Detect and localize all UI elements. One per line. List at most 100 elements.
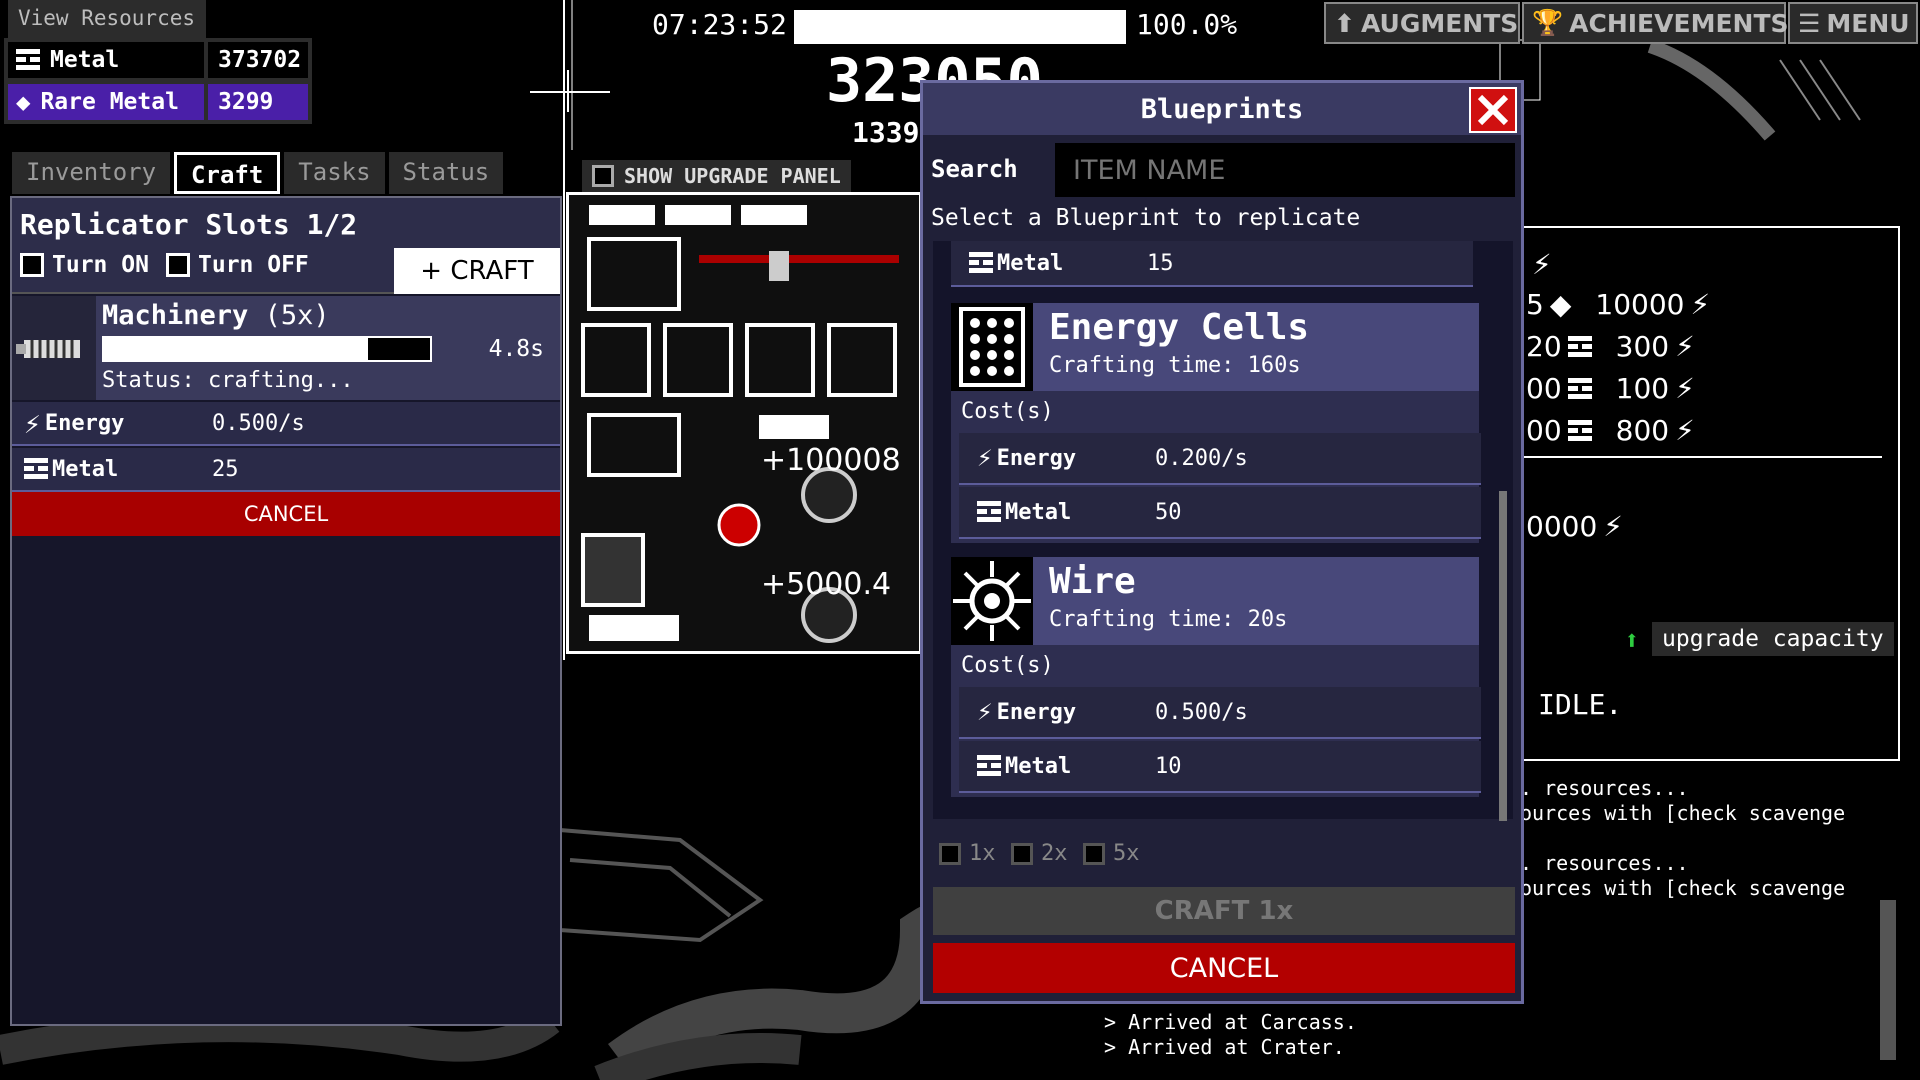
blueprint-name: Wire: [1049, 561, 1136, 602]
trophy-icon: 🏆: [1532, 8, 1564, 37]
blueprint-energy-cells[interactable]: Energy Cells Crafting time: 160s Cost(s)…: [951, 303, 1481, 543]
search-input[interactable]: [1055, 143, 1515, 197]
multiplier-2x-checkbox[interactable]: [1011, 842, 1033, 865]
multiplier-5x-checkbox[interactable]: [1083, 842, 1105, 865]
cost-name: Energy: [44, 410, 125, 436]
select-instruction: Select a Blueprint to replicate: [931, 205, 1361, 231]
cost-value: 25: [212, 456, 239, 482]
main-tabs: Inventory Craft Tasks Status: [12, 152, 504, 194]
idle-status: IDLE.: [1538, 688, 1623, 721]
cancel-blueprint-button[interactable]: CANCEL: [933, 943, 1515, 993]
costs-label: Cost(s): [961, 399, 1054, 424]
lightning-icon: ⚡: [1675, 414, 1695, 447]
lightning-icon: ⚡: [977, 443, 993, 473]
right-row-5: 0000 ⚡: [1526, 510, 1623, 543]
menu-label: MENU: [1826, 8, 1910, 38]
multiplier-1x-checkbox[interactable]: [939, 842, 961, 865]
top-progress-fill: [794, 10, 1126, 44]
costs-label: Cost(s): [961, 653, 1054, 678]
right-row-3-b: 100: [1615, 372, 1670, 405]
right-row-2-b: 300: [1615, 330, 1670, 363]
top-percent: 100.0%: [1136, 8, 1238, 41]
craft-panel: Replicator Slots 1/2 Turn ON Turn OFF + …: [10, 196, 562, 1026]
multiplier-1x[interactable]: 1x: [939, 841, 996, 866]
craft-blueprint-button[interactable]: CRAFT 1x: [933, 887, 1515, 935]
lightning-icon: ⚡: [1690, 288, 1711, 321]
right-row-3-a: 00: [1526, 372, 1562, 405]
multiplier-label: 1x: [969, 841, 996, 866]
resource-metal-label: Metal: [50, 47, 120, 73]
tab-inventory[interactable]: Inventory: [12, 152, 171, 194]
right-row-2-a: 20: [1526, 330, 1562, 363]
top-progress-bar: [794, 10, 1126, 44]
resource-rare-metal-value: 3299: [204, 84, 308, 120]
metal-icon: [1567, 377, 1592, 400]
show-upgrade-panel-toggle[interactable]: SHOW UPGRADE PANEL: [582, 160, 851, 192]
view-resources-button[interactable]: View Resources: [8, 0, 206, 38]
search-label: Search: [931, 155, 1018, 183]
show-upgrade-label: SHOW UPGRADE PANEL: [624, 164, 841, 188]
blueprint-header: Wire Crafting time: 20s: [1033, 557, 1479, 645]
turn-on-toggle[interactable]: Turn ON: [20, 252, 149, 278]
cost-name: Metal: [1005, 753, 1072, 779]
craft-button[interactable]: + CRAFT: [394, 248, 560, 294]
blueprint-list[interactable]: Metal 15 Energy Cells Crafting time: 160…: [933, 241, 1513, 819]
right-divider: [1522, 456, 1882, 458]
lightning-icon: ⚡: [24, 406, 41, 440]
turn-on-checkbox[interactable]: [20, 253, 44, 277]
job-title: Machinery (5x): [102, 300, 330, 331]
turn-on-label: Turn ON: [52, 252, 149, 278]
metal-icon: [1567, 419, 1592, 442]
cost-name: Metal: [52, 456, 119, 482]
augments-button[interactable]: ⬆ AUGMENTS: [1324, 2, 1520, 44]
blueprint-scrollbar[interactable]: [1499, 491, 1507, 821]
float-gain-2: +5000.4: [761, 567, 892, 602]
log-line: ources with [check scavenge: [1520, 876, 1846, 900]
lightning-icon: ⚡: [977, 697, 993, 727]
blueprints-modal: Blueprints Search Select a Blueprint to …: [920, 80, 1524, 1004]
multiplier-label: 5x: [1113, 841, 1140, 866]
blueprint-time: Crafting time: 160s: [1049, 353, 1301, 378]
log-line: . resources...: [1520, 851, 1689, 875]
resource-metal-value: 373702: [204, 42, 308, 78]
close-button[interactable]: [1469, 87, 1517, 133]
tab-status[interactable]: Status: [388, 152, 504, 194]
blueprint-wire[interactable]: Wire Crafting time: 20s Cost(s) ⚡ Energy …: [951, 557, 1481, 797]
menu-button[interactable]: ☰ MENU: [1788, 2, 1918, 44]
right-row-1-b: 10000: [1595, 288, 1685, 321]
cancel-craft-button[interactable]: CANCEL: [12, 492, 560, 536]
lightning-icon: ⚡: [1675, 372, 1695, 405]
tab-tasks[interactable]: Tasks: [284, 152, 385, 194]
achievements-button[interactable]: 🏆 ACHIEVEMENTS: [1522, 2, 1789, 44]
turn-off-label: Turn OFF: [198, 252, 309, 278]
blueprint-cost-row: ⚡ Energy 0.500/s: [959, 687, 1481, 739]
tab-craft[interactable]: Craft: [174, 152, 281, 194]
achievements-label: ACHIEVEMENTS: [1569, 8, 1789, 38]
resource-rare-metal: ◆ Rare Metal 3299: [4, 80, 312, 124]
blueprint-cost-row: Metal 50: [959, 487, 1481, 539]
right-row-1-a: 5: [1526, 288, 1544, 321]
energy-rate: 1339: [852, 116, 920, 149]
float-gain-1: +100008: [761, 443, 901, 478]
job-progress-fill: [104, 338, 369, 360]
metal-icon: [16, 49, 40, 71]
job-cost-metal: Metal 25: [12, 448, 560, 492]
blueprint-cost-row: Metal 10: [959, 741, 1481, 793]
job-qty: (5x): [264, 300, 330, 331]
turn-off-checkbox[interactable]: [166, 253, 190, 277]
right-info-panel: ⚡ 5 ◆ 10000 ⚡ 20 300 ⚡ 00 100 ⚡ 00 800 ⚡ 0000 ⚡: [1520, 226, 1900, 761]
blueprint-cost-row: ⚡ Energy 0.200/s: [959, 433, 1481, 485]
machine-view: +100008 +5000.4: [566, 192, 922, 654]
metal-icon: [969, 252, 993, 274]
cost-value: 15: [1147, 250, 1174, 276]
diamond-icon: ◆: [1549, 288, 1572, 321]
multiplier-label: 2x: [1041, 841, 1068, 866]
close-icon: [1477, 94, 1509, 126]
upgrade-capacity-button[interactable]: upgrade capacity: [1652, 622, 1894, 656]
multiplier-2x[interactable]: 2x: [1011, 841, 1068, 866]
show-upgrade-checkbox[interactable]: [592, 165, 614, 187]
turn-off-toggle[interactable]: Turn OFF: [166, 252, 309, 278]
cost-value: 10: [1155, 753, 1182, 779]
metal-icon: [977, 501, 1001, 523]
multiplier-5x[interactable]: 5x: [1083, 841, 1140, 866]
